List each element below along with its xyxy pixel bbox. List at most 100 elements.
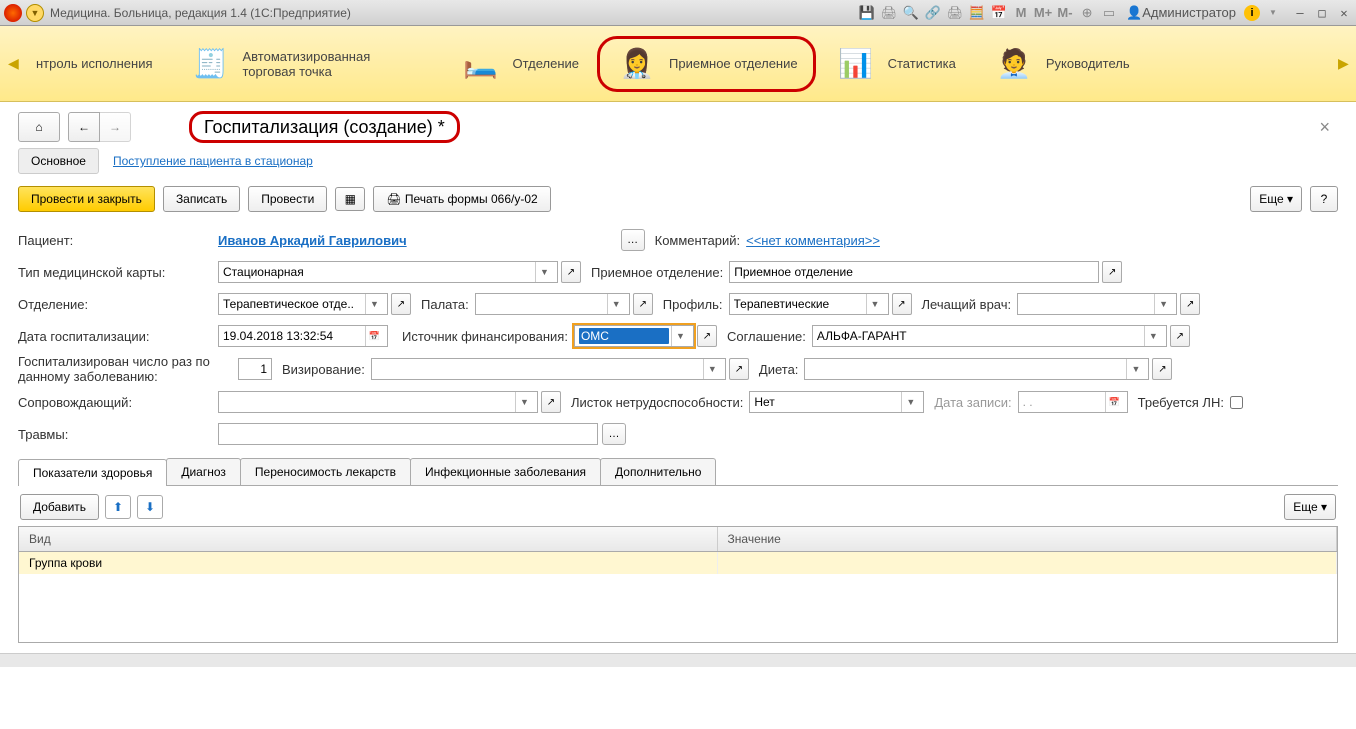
profile-combo[interactable]: Терапевтические▼ bbox=[729, 293, 889, 315]
rec-date-field: . . 📅 bbox=[1018, 391, 1128, 413]
table-body[interactable]: Группа крови bbox=[19, 552, 1337, 642]
maximize-button[interactable]: □ bbox=[1314, 5, 1330, 21]
zoom-icon[interactable]: ⊕ bbox=[1078, 4, 1096, 22]
chevron-down-icon[interactable]: ▼ bbox=[703, 359, 721, 379]
info-icon[interactable]: i bbox=[1244, 5, 1260, 21]
sick-leave-combo[interactable]: Нет▼ bbox=[749, 391, 924, 413]
diet-combo[interactable]: ▼ bbox=[804, 358, 1149, 380]
section-pos[interactable]: 🧾 Автоматизированная торговая точка bbox=[171, 36, 441, 92]
subtab-diagnosis[interactable]: Диагноз bbox=[166, 458, 241, 485]
m-icon[interactable]: M bbox=[1012, 4, 1030, 22]
label-dept: Отделение: bbox=[18, 297, 218, 312]
minimize-button[interactable]: — bbox=[1292, 5, 1308, 21]
move-up-button[interactable]: ⬆ bbox=[105, 495, 131, 519]
card-type-open-button[interactable]: ↗ bbox=[561, 261, 581, 283]
chevron-down-icon[interactable]: ▼ bbox=[1144, 326, 1162, 346]
fin-source-open-button[interactable]: ↗ bbox=[697, 325, 717, 347]
home-button[interactable]: ⌂ bbox=[18, 112, 60, 142]
layout-icon[interactable]: ▭ bbox=[1100, 4, 1118, 22]
print2-icon[interactable]: 🖨 bbox=[946, 4, 964, 22]
subtab-infections[interactable]: Инфекционные заболевания bbox=[410, 458, 601, 485]
dept-combo[interactable]: Терапевтическое отде..▼ bbox=[218, 293, 388, 315]
user-label[interactable]: 👤 Администратор bbox=[1122, 4, 1240, 22]
info-dd-icon[interactable]: ▼ bbox=[1264, 4, 1282, 22]
calendar-icon[interactable]: 📅 bbox=[365, 326, 383, 346]
diet-open-button[interactable]: ↗ bbox=[1152, 358, 1172, 380]
agreement-open-button[interactable]: ↗ bbox=[1170, 325, 1190, 347]
chevron-down-icon[interactable]: ▼ bbox=[515, 392, 533, 412]
escort-combo[interactable]: ▼ bbox=[218, 391, 538, 413]
subtable-more-button[interactable]: Еще ▾ bbox=[1284, 494, 1336, 520]
chevron-down-icon[interactable]: ▼ bbox=[671, 326, 689, 346]
subtab-additional[interactable]: Дополнительно bbox=[600, 458, 716, 485]
fin-source-combo[interactable]: ОМС▼ bbox=[574, 325, 694, 347]
admission-dept-open-button[interactable]: ↗ bbox=[1102, 261, 1122, 283]
section-scroll-left[interactable]: ◀ bbox=[8, 55, 18, 72]
chevron-down-icon[interactable]: ▼ bbox=[365, 294, 383, 314]
print-form-button[interactable]: 🖨 Печать формы 066/у-02 bbox=[373, 186, 550, 212]
close-form-button[interactable]: × bbox=[1311, 113, 1338, 142]
chevron-down-icon[interactable]: ▼ bbox=[1154, 294, 1172, 314]
structure-button[interactable]: ▦ bbox=[335, 187, 365, 211]
ward-open-button[interactable]: ↗ bbox=[633, 293, 653, 315]
col-header-kind[interactable]: Вид bbox=[19, 527, 718, 551]
subtab-allergy[interactable]: Переносимость лекарств bbox=[240, 458, 411, 485]
injuries-select-button[interactable]: … bbox=[602, 423, 626, 445]
section-department[interactable]: 🛏️ Отделение bbox=[441, 36, 598, 92]
search-icon[interactable]: 🔍 bbox=[902, 4, 920, 22]
section-scroll-right[interactable]: ▶ bbox=[1338, 55, 1348, 72]
chevron-down-icon[interactable]: ▼ bbox=[901, 392, 919, 412]
ward-combo[interactable]: ▼ bbox=[475, 293, 630, 315]
close-window-button[interactable]: ✕ bbox=[1336, 5, 1352, 21]
link-icon[interactable]: 🔗 bbox=[924, 4, 942, 22]
profile-open-button[interactable]: ↗ bbox=[892, 293, 912, 315]
move-down-button[interactable]: ⬇ bbox=[137, 495, 163, 519]
card-type-combo[interactable]: Стационарная▼ bbox=[218, 261, 558, 283]
chevron-down-icon[interactable]: ▼ bbox=[607, 294, 625, 314]
section-statistics[interactable]: 📊 Статистика bbox=[816, 36, 974, 92]
chevron-down-icon[interactable]: ▼ bbox=[866, 294, 884, 314]
injuries-input[interactable] bbox=[218, 423, 598, 445]
patient-select-button[interactable]: … bbox=[621, 229, 645, 251]
app-menu-dropdown[interactable]: ▼ bbox=[26, 4, 44, 22]
table-row[interactable]: Группа крови bbox=[19, 552, 1337, 574]
page-title: Госпитализация (создание) * bbox=[189, 111, 460, 143]
save-button[interactable]: Записать bbox=[163, 186, 240, 212]
label-rec-date: Дата записи: bbox=[924, 395, 1017, 410]
comment-link[interactable]: <<нет комментария>> bbox=[746, 233, 880, 248]
save-icon[interactable]: 💾 bbox=[858, 4, 876, 22]
doctor-open-button[interactable]: ↗ bbox=[1180, 293, 1200, 315]
back-button[interactable]: ← bbox=[68, 112, 100, 142]
vising-open-button[interactable]: ↗ bbox=[729, 358, 749, 380]
mplus-icon[interactable]: M+ bbox=[1034, 4, 1052, 22]
dept-open-button[interactable]: ↗ bbox=[391, 293, 411, 315]
calc-icon[interactable]: 🧮 bbox=[968, 4, 986, 22]
escort-open-button[interactable]: ↗ bbox=[541, 391, 561, 413]
subtab-health[interactable]: Показатели здоровья bbox=[18, 459, 167, 486]
tab-main[interactable]: Основное bbox=[18, 148, 99, 174]
section-admission[interactable]: 👩‍⚕️ Приемное отделение bbox=[597, 36, 816, 92]
post-and-close-button[interactable]: Провести и закрыть bbox=[18, 186, 155, 212]
hosp-date-field[interactable]: 19.04.2018 13:32:54📅 bbox=[218, 325, 388, 347]
forward-button[interactable]: → bbox=[99, 112, 131, 142]
help-button[interactable]: ? bbox=[1310, 186, 1338, 212]
chevron-down-icon[interactable]: ▼ bbox=[1126, 359, 1144, 379]
chevron-down-icon[interactable]: ▼ bbox=[535, 262, 553, 282]
agreement-combo[interactable]: АЛЬФА-ГАРАНТ▼ bbox=[812, 325, 1167, 347]
print-icon[interactable]: 🖨 bbox=[880, 4, 898, 22]
vising-combo[interactable]: ▼ bbox=[371, 358, 726, 380]
hosp-count-input[interactable] bbox=[238, 358, 272, 380]
mminus-icon[interactable]: M- bbox=[1056, 4, 1074, 22]
tab-link-admission[interactable]: Поступление пациента в стационар bbox=[113, 154, 313, 168]
admission-dept-combo[interactable]: Приемное отделение bbox=[729, 261, 1099, 283]
doctor-combo[interactable]: ▼ bbox=[1017, 293, 1177, 315]
post-button[interactable]: Провести bbox=[248, 186, 327, 212]
section-control[interactable]: нтроль исполнения bbox=[18, 50, 171, 77]
col-header-value[interactable]: Значение bbox=[718, 527, 1337, 551]
more-button[interactable]: Еще ▾ bbox=[1250, 186, 1302, 212]
need-ln-checkbox[interactable] bbox=[1230, 396, 1243, 409]
add-button[interactable]: Добавить bbox=[20, 494, 99, 520]
patient-link[interactable]: Иванов Аркадий Гаврилович bbox=[218, 233, 407, 248]
calendar-icon[interactable]: 📅 bbox=[990, 4, 1008, 22]
section-manager[interactable]: 🧑‍💼 Руководитель bbox=[974, 36, 1148, 92]
